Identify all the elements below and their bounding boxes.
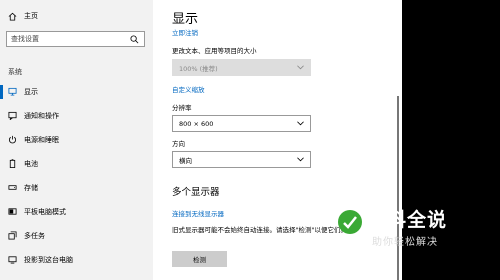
chevron-down-icon <box>297 157 304 162</box>
storage-icon <box>8 185 17 190</box>
home-icon <box>8 12 17 21</box>
section-label-system: 系统 <box>8 68 22 76</box>
watermark: 百科全说 助你轻松解决 <box>336 204 500 254</box>
watermark-logo-icon <box>338 210 362 234</box>
page-title: 显示 <box>172 12 199 27</box>
watermark-subtitle: 助你轻松解决 <box>372 237 438 248</box>
connect-wireless-display-link[interactable]: 连接到无线显示器 <box>172 208 224 218</box>
watermark-title: 百科全说 <box>367 209 448 231</box>
chevron-down-icon <box>297 121 304 126</box>
resolution-value: 800 × 600 <box>179 119 214 128</box>
sidebar-item-label: 存储 <box>24 184 38 192</box>
power-icon <box>8 135 17 144</box>
custom-scaling-link[interactable]: 自定义缩放 <box>172 84 205 94</box>
orientation-value: 横向 <box>179 156 192 165</box>
orientation-dropdown[interactable]: 横向 <box>172 151 311 168</box>
chevron-down-icon <box>297 65 304 70</box>
multitask-icon <box>8 231 17 240</box>
sidebar-item-notifications[interactable]: 通知和操作 <box>0 104 153 128</box>
sidebar-item-label: 投影到这台电脑 <box>24 256 73 264</box>
sidebar-item-display[interactable]: 显示 <box>0 80 153 104</box>
scale-value: 100% (推荐) <box>179 64 218 73</box>
home-link[interactable]: 主页 <box>8 11 38 21</box>
sidebar-item-label: 显示 <box>24 88 38 96</box>
sidebar-nav: 显示 通知和操作 电源和睡眠 电池 存储 平板电脑模式 多任务 投影到这台电脑 <box>0 80 153 272</box>
multiple-displays-heading: 多个显示器 <box>172 187 220 198</box>
projection-icon <box>8 256 17 264</box>
scale-dropdown[interactable]: 100% (推荐) <box>172 59 311 76</box>
notification-icon <box>8 111 17 120</box>
sidebar-item-label: 通知和操作 <box>24 112 59 120</box>
sidebar-item-multitasking[interactable]: 多任务 <box>0 224 153 248</box>
sidebar-item-label: 电池 <box>24 160 38 168</box>
sidebar-item-label: 电源和睡眠 <box>24 136 59 144</box>
sidebar-item-storage[interactable]: 存储 <box>0 176 153 200</box>
sidebar-item-battery[interactable]: 电池 <box>0 152 153 176</box>
search-input[interactable]: 查找设置 <box>6 31 145 47</box>
scale-label: 更改文本、应用等项目的大小 <box>172 47 257 55</box>
search-placeholder: 查找设置 <box>11 35 39 43</box>
sidebar-item-tablet-mode[interactable]: 平板电脑模式 <box>0 200 153 224</box>
sign-out-now-link[interactable]: 立即注销 <box>172 27 198 37</box>
monitor-icon <box>8 87 17 96</box>
sidebar-item-label: 平板电脑模式 <box>24 208 66 216</box>
orientation-label: 方向 <box>172 140 185 148</box>
sidebar-item-label: 多任务 <box>24 232 45 240</box>
resolution-dropdown[interactable]: 800 × 600 <box>172 115 311 132</box>
sidebar-item-power[interactable]: 电源和睡眠 <box>0 128 153 152</box>
settings-sidebar: 主页 查找设置 系统 显示 通知和操作 电源和睡眠 电池 存储 平板电脑模式 多… <box>0 0 153 280</box>
tablet-icon <box>8 208 17 215</box>
resolution-label: 分辨率 <box>172 104 192 112</box>
battery-icon <box>9 159 16 168</box>
sidebar-item-projection[interactable]: 投影到这台电脑 <box>0 248 153 272</box>
home-label: 主页 <box>24 12 38 20</box>
search-icon[interactable] <box>130 35 139 44</box>
detect-button[interactable]: 检测 <box>172 251 227 267</box>
